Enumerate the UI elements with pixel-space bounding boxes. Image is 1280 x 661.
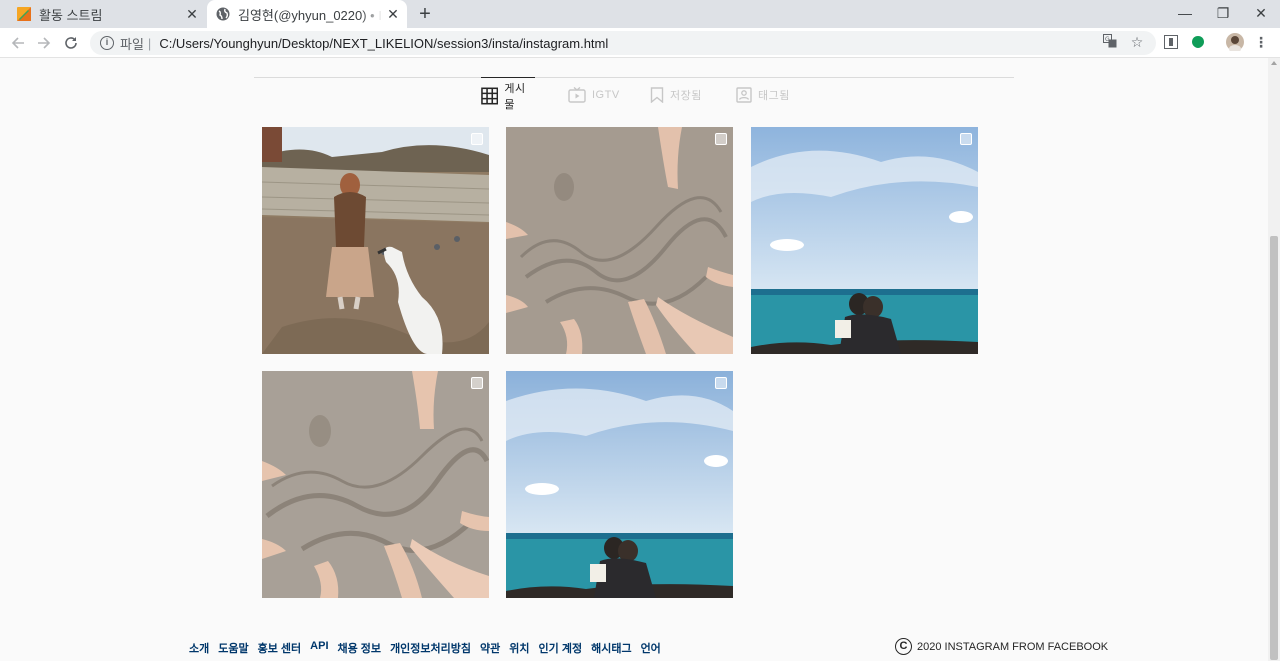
globe-icon — [216, 7, 230, 21]
back-button[interactable] — [6, 31, 30, 55]
multiple-photos-icon — [715, 133, 727, 145]
photo-couple-by-sea — [751, 127, 978, 354]
multiple-photos-icon — [471, 133, 483, 145]
tab-saved[interactable]: 저장됨 — [650, 77, 702, 113]
footer-link-privacy[interactable]: 개인정보처리방침 — [390, 640, 471, 656]
tab-instagram[interactable]: 김영현(@yhyun_0220) • Instagram ✕ — [207, 0, 407, 28]
tab-label: 저장됨 — [670, 90, 702, 102]
photo-sand-writing-feet — [262, 371, 489, 598]
arrow-left-icon — [11, 37, 24, 49]
copyright: C 2020 INSTAGRAM FROM FACEBOOK — [895, 638, 1108, 655]
vertical-scrollbar[interactable] — [1268, 58, 1280, 661]
svg-text:G: G — [1105, 36, 1110, 43]
grid-icon — [481, 87, 499, 104]
tab-label: 태그됨 — [758, 90, 790, 102]
tab-label: IGTV — [592, 89, 620, 101]
photo-woman-with-swan — [262, 127, 489, 354]
multiple-photos-icon — [715, 377, 727, 389]
footer-link-locations[interactable]: 위치 — [509, 640, 529, 656]
post-thumbnail[interactable] — [751, 127, 978, 354]
tagged-icon — [736, 87, 752, 103]
profile-tabs: 게시물 IGTV 저장됨 태그됨 — [254, 77, 1014, 113]
photo-sand-writing-feet — [506, 127, 733, 354]
copyright-icon: C — [895, 638, 912, 655]
close-tab-icon[interactable]: ✕ — [383, 6, 403, 23]
footer-link-api[interactable]: API — [310, 640, 328, 656]
menu-dots-icon[interactable]: ⋮ — [1253, 34, 1269, 50]
tab-activity-stream[interactable]: 활동 스트림 ✕ — [8, 0, 206, 28]
footer-link-help[interactable]: 도움말 — [218, 640, 248, 656]
bookmark-star-icon[interactable]: ☆ — [1129, 34, 1145, 50]
footer-links: 소개 도움말 홍보 센터 API 채용 정보 개인정보처리방침 약관 위치 인기… — [189, 640, 661, 656]
url-scheme: 파일 — [120, 36, 144, 52]
post-thumbnail[interactable] — [506, 371, 733, 598]
tab-title: 활동 스트림 — [39, 7, 103, 23]
post-thumbnail[interactable] — [506, 127, 733, 354]
browser-toolbar: i 파일 | C:/Users/Younghyun/Desktop/NEXT_L… — [0, 28, 1280, 58]
close-window-button[interactable]: ✕ — [1242, 0, 1280, 28]
photo-couple-by-sea — [506, 371, 733, 598]
restore-button[interactable]: ❐ — [1204, 0, 1242, 28]
scrollbar-thumb[interactable] — [1270, 236, 1278, 660]
footer: 소개 도움말 홍보 센터 API 채용 정보 개인정보처리방침 약관 위치 인기… — [0, 638, 1268, 660]
tab-igtv[interactable]: IGTV — [568, 77, 620, 113]
footer-link-language[interactable]: 언어 — [641, 640, 661, 656]
profile-avatar[interactable] — [1226, 33, 1244, 53]
footer-link-hashtags[interactable]: 해시태그 — [591, 640, 631, 656]
footer-link-about[interactable]: 소개 — [189, 640, 209, 656]
tab-label: 게시물 — [504, 82, 526, 111]
extension-reader-icon[interactable] — [1164, 35, 1178, 49]
tab-strip: 활동 스트림 ✕ 김영현(@yhyun_0220) • Instagram ✕ … — [0, 0, 1280, 28]
scroll-up-arrow-icon[interactable] — [1271, 61, 1277, 65]
post-thumbnail[interactable] — [262, 127, 489, 354]
new-tab-button[interactable]: + — [414, 2, 436, 26]
url-text: C:/Users/Younghyun/Desktop/NEXT_LIKELION… — [159, 35, 609, 51]
footer-link-jobs[interactable]: 채용 정보 — [338, 640, 382, 656]
reload-icon — [65, 37, 77, 49]
tab-posts[interactable]: 게시물 — [481, 77, 535, 113]
translate-icon[interactable]: G — [1102, 34, 1118, 50]
reload-button[interactable] — [59, 31, 83, 55]
extension-green-icon[interactable] — [1191, 35, 1205, 49]
arrow-right-icon — [38, 37, 51, 49]
minimize-button[interactable]: — — [1166, 0, 1204, 28]
copyright-text: 2020 INSTAGRAM FROM FACEBOOK — [917, 640, 1109, 653]
post-thumbnail[interactable] — [262, 371, 489, 598]
footer-link-top-accounts[interactable]: 인기 계정 — [539, 640, 583, 656]
multiple-photos-icon — [471, 377, 483, 389]
instagram-profile-page: 게시물 IGTV 저장됨 태그됨 소개 도움말 홍보 센터 API 채용 정보 … — [0, 58, 1268, 661]
activity-stream-icon — [17, 7, 31, 21]
info-icon[interactable]: i — [100, 36, 114, 50]
footer-link-press[interactable]: 홍보 센터 — [258, 640, 302, 656]
multiple-photos-icon — [960, 133, 972, 145]
bookmark-icon — [650, 87, 664, 103]
forward-button[interactable] — [32, 31, 56, 55]
url-separator: | — [147, 35, 152, 51]
close-tab-icon[interactable]: ✕ — [182, 6, 202, 23]
tab-tagged[interactable]: 태그됨 — [736, 77, 790, 113]
address-bar[interactable]: i 파일 | C:/Users/Younghyun/Desktop/NEXT_L… — [90, 31, 1156, 55]
footer-link-terms[interactable]: 약관 — [480, 640, 500, 656]
tab-title: 김영현(@yhyun_0220) • Instagram — [238, 7, 383, 23]
igtv-icon — [568, 87, 586, 103]
